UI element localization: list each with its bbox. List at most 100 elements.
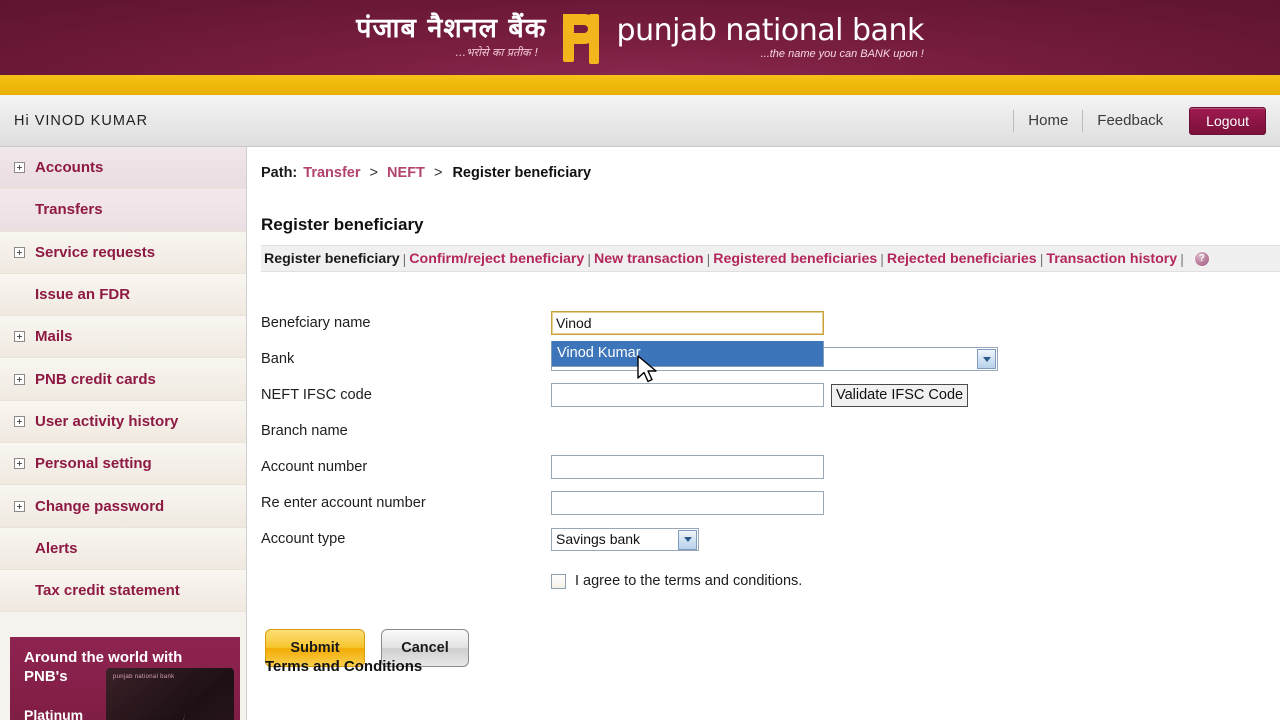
tab-separator: | [706, 250, 711, 267]
brand-english-name: punjab national bank [616, 12, 925, 48]
tab-rejected-beneficiaries[interactable]: Rejected beneficiaries [887, 251, 1037, 267]
tab-separator: | [1180, 250, 1184, 267]
logo-english-block: punjab national bank ...the name you can… [616, 12, 925, 61]
beneficiary-name-input[interactable] [551, 311, 824, 335]
sidebar-item-label: Accounts [35, 159, 104, 177]
tab-confirm-reject-beneficiary[interactable]: Confirm/reject beneficiary [409, 251, 584, 267]
utility-links: Home Feedback Logout [1013, 95, 1280, 146]
sidebar-item-label: Change password [35, 497, 165, 515]
breadcrumb-separator-2: > [433, 165, 443, 181]
logo-hindi-block: पंजाब नैशनल बैंक ...भरोसे का प्रतीक ! [356, 13, 547, 59]
sidebar-item-personal-setting[interactable]: Personal setting [0, 443, 246, 486]
account-type-select[interactable]: Savings bank [551, 527, 699, 551]
row-branch-name: Branch name [261, 413, 1280, 449]
chevron-down-icon[interactable] [977, 349, 996, 369]
page-shell: Accounts Transfers Service requests Issue a… [0, 147, 1280, 720]
label-bank: Bank [261, 351, 295, 367]
tab-separator: | [402, 250, 407, 267]
tab-separator: | [880, 250, 884, 267]
tab-bar: Register beneficiary | Confirm/reject bene… [261, 245, 1280, 272]
label-branch-name: Branch name [261, 423, 348, 439]
row-account-number: Account number [261, 449, 1280, 485]
brand-hindi-tagline: ...भरोसे का प्रतीक ! [455, 45, 539, 59]
account-type-value: Savings bank [556, 531, 641, 547]
breadcrumb-current: Register beneficiary [452, 165, 592, 181]
sidebar-item-transfers[interactable]: Transfers [0, 189, 246, 232]
breadcrumb-link-transfer[interactable]: Transfer [303, 165, 360, 181]
row-agree-terms: I agree to the terms and conditions. [551, 573, 1280, 589]
brand-english-tagline: ...the name you can BANK upon ! [760, 48, 924, 61]
label-neft-ifsc-code: NEFT IFSC code [261, 387, 372, 403]
agree-terms-label: I agree to the terms and conditions. [575, 573, 803, 589]
pnb-logo: पंजाब नैशनल बैंक ...भरोसे का प्रतीक ! pu… [356, 12, 924, 64]
row-ifsc: NEFT IFSC code Validate IFSC Code [261, 377, 1280, 413]
row-beneficiary-name: Benefciary name [261, 305, 1280, 341]
page-title: Register beneficiary [261, 215, 424, 234]
brand-hindi-name: पंजाब नैशनल बैंक [356, 13, 547, 45]
row-reenter-account-number: Re enter account number [261, 485, 1280, 521]
sidebar-item-label: User activity history [35, 412, 179, 430]
register-beneficiary-form: Benefciary name Bank NEFT IFSC code Vali… [261, 305, 1280, 675]
label-reenter-account-number: Re enter account number [261, 495, 426, 511]
feedback-link[interactable]: Feedback [1082, 109, 1177, 132]
sidebar-item-tax-credit-statement[interactable]: Tax credit statement [0, 569, 246, 613]
home-link[interactable]: Home [1013, 109, 1082, 132]
expand-plus-icon[interactable] [14, 500, 25, 512]
account-number-input[interactable] [551, 455, 824, 479]
sidebar-item-label: Mails [35, 328, 73, 346]
utility-bar: Hi VINOD KUMAR Home Feedback Logout [0, 95, 1280, 147]
tab-transaction-history[interactable]: Transaction history [1046, 251, 1177, 267]
chevron-down-icon[interactable] [678, 529, 697, 550]
expand-plus-icon[interactable] [14, 373, 25, 385]
sidebar-item-label: PNB credit cards [35, 370, 156, 388]
sidebar-item-change-password[interactable]: Change password [0, 485, 246, 528]
sidebar-nav: Accounts Transfers Service requests Issue a… [0, 147, 247, 720]
gold-divider-band [0, 75, 1280, 95]
breadcrumb-link-neft[interactable]: NEFT [387, 165, 425, 181]
sidebar-item-label: Alerts [35, 539, 78, 557]
sidebar-item-issue-an-fdr[interactable]: Issue an FDR [0, 273, 246, 317]
sidebar-item-alerts[interactable]: Alerts [0, 527, 246, 570]
sidebar-item-user-activity-history[interactable]: User activity history [0, 400, 246, 444]
tab-separator: | [587, 250, 591, 267]
sidebar-item-label: Transfers [35, 201, 103, 219]
sidebar-item-label: Tax credit statement [35, 582, 180, 600]
promo-credit-card-image: punjab national bank [106, 668, 234, 720]
reenter-account-number-input[interactable] [551, 491, 824, 515]
neft-ifsc-code-input[interactable] [551, 383, 824, 407]
expand-plus-icon[interactable] [14, 162, 25, 174]
greeting-text: Hi VINOD KUMAR [14, 112, 149, 129]
sidebar-item-mails[interactable]: Mails [0, 316, 246, 359]
sidebar-item-accounts[interactable]: Accounts [0, 147, 246, 190]
breadcrumb-separator-1: > [369, 165, 379, 181]
row-account-type: Account type Savings bank [261, 521, 1280, 557]
sidebar-item-pnb-credit-cards[interactable]: PNB credit cards [0, 358, 246, 401]
sidebar-item-label: Personal setting [35, 455, 152, 473]
breadcrumb-label: Path: [261, 165, 298, 181]
label-account-number: Account number [261, 459, 368, 475]
label-account-type: Account type [261, 531, 346, 547]
tab-registered-beneficiaries[interactable]: Registered beneficiaries [713, 251, 877, 267]
validate-ifsc-code-button[interactable]: Validate IFSC Code [831, 383, 969, 407]
brand-header: पंजाब नैशनल बैंक ...भरोसे का प्रतीक ! pu… [0, 0, 1280, 75]
expand-plus-icon[interactable] [14, 415, 25, 427]
expand-plus-icon[interactable] [14, 331, 25, 343]
pnb-logo-icon [561, 12, 603, 64]
tab-separator: | [1039, 250, 1044, 267]
main-content: Path: Transfer > NEFT > Register benefic… [247, 147, 1280, 720]
tab-new-transaction[interactable]: New transaction [594, 251, 704, 267]
help-question-icon[interactable]: ? [1193, 250, 1210, 267]
sidebar-item-label: Issue an FDR [35, 286, 131, 304]
label-beneficiary-name: Benefciary name [261, 315, 371, 331]
terms-and-conditions-heading: Terms and Conditions [265, 658, 423, 675]
agree-terms-checkbox[interactable] [551, 573, 566, 589]
breadcrumb: Path: Transfer > NEFT > Register benefic… [261, 163, 1280, 181]
tab-register-beneficiary: Register beneficiary [264, 250, 400, 267]
logout-button[interactable]: Logout [1189, 106, 1266, 135]
sidebar-item-service-requests[interactable]: Service requests [0, 231, 246, 274]
autocomplete-option[interactable]: Vinod Kumar [552, 341, 823, 366]
expand-plus-icon[interactable] [14, 458, 25, 470]
sidebar-promo-banner[interactable]: Around the world with PNB's Platinum pun… [10, 637, 240, 720]
expand-plus-icon[interactable] [14, 246, 25, 258]
sidebar-item-label: Service requests [35, 243, 156, 261]
